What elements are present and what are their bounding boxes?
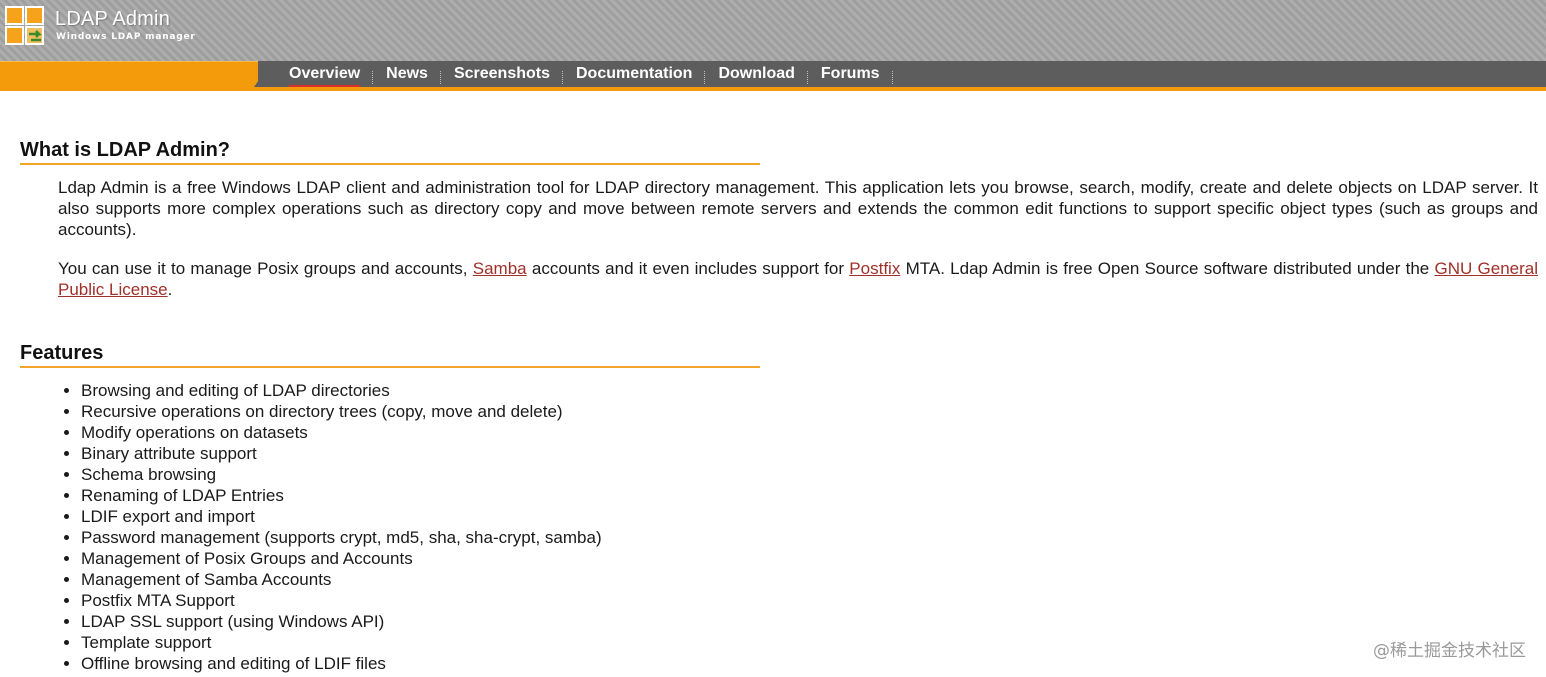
nav-separator [372, 70, 374, 84]
nav-separator [439, 70, 442, 84]
site-header: LDAP Admin Windows LDAP manager [0, 0, 1546, 61]
feature-item: Modify operations on datasets [81, 422, 602, 443]
feature-item: Management of Posix Groups and Accounts [81, 548, 602, 569]
main-nav: Overview News Screenshots Documentation … [289, 61, 906, 87]
intro-heading: What is LDAP Admin? [20, 138, 760, 165]
ldap-admin-logo-icon[interactable] [5, 6, 47, 46]
nav-item-news[interactable]: News [386, 65, 428, 83]
intro-paragraph-2: You can use it to manage Posix groups an… [58, 258, 1538, 300]
feature-item: Template support [81, 632, 602, 653]
intro-paragraph-2-text: accounts and it even includes support fo… [526, 259, 850, 278]
feature-item: Schema browsing [81, 464, 602, 485]
intro-paragraph-1: Ldap Admin is a free Windows LDAP client… [58, 178, 1538, 239]
features-list: Browsing and editing of LDAP directories… [58, 380, 602, 674]
nav-separator [806, 70, 809, 84]
feature-item: Offline browsing and editing of LDIF fil… [81, 653, 602, 674]
feature-item: Management of Samba Accounts [81, 569, 602, 590]
app-title[interactable]: LDAP Admin [55, 8, 170, 31]
nav-separator [704, 70, 706, 84]
samba-link[interactable]: Samba [473, 259, 527, 278]
intro-paragraph-2-text: You can use it to manage Posix groups an… [58, 259, 473, 278]
intro-paragraph-2-text: . [167, 280, 173, 299]
feature-item: Renaming of LDAP Entries [81, 485, 602, 506]
page: LDAP Admin Windows LDAP manager Overview… [0, 0, 1546, 677]
feature-item: Postfix MTA Support [81, 590, 602, 611]
feature-item: Browsing and editing of LDAP directories [81, 380, 602, 401]
feature-item: LDAP SSL support (using Windows API) [81, 611, 602, 632]
nav-separator [562, 70, 564, 84]
app-subtitle: Windows LDAP manager [56, 32, 196, 42]
nav-bar-accent [0, 61, 258, 87]
feature-item: Password management (supports crypt, md5… [81, 527, 602, 548]
nav-item-download[interactable]: Download [718, 65, 794, 83]
nav-item-screenshots[interactable]: Screenshots [454, 65, 550, 83]
watermark: @稀土掘金技术社区 [1373, 641, 1526, 661]
intro-paragraph-2-text: MTA. Ldap Admin is free Open Source soft… [900, 259, 1435, 278]
nav-bar-underline [0, 87, 1546, 91]
feature-item: Binary attribute support [81, 443, 602, 464]
postfix-link[interactable]: Postfix [849, 259, 900, 278]
nav-item-overview[interactable]: Overview [289, 65, 361, 87]
feature-item: Recursive operations on directory trees … [81, 401, 602, 422]
nav-item-forums[interactable]: Forums [821, 65, 880, 83]
feature-item: LDIF export and import [81, 506, 602, 527]
nav-item-documentation[interactable]: Documentation [576, 65, 692, 83]
features-heading: Features [20, 341, 760, 368]
nav-bar-notch [254, 61, 272, 87]
nav-separator [891, 70, 894, 84]
